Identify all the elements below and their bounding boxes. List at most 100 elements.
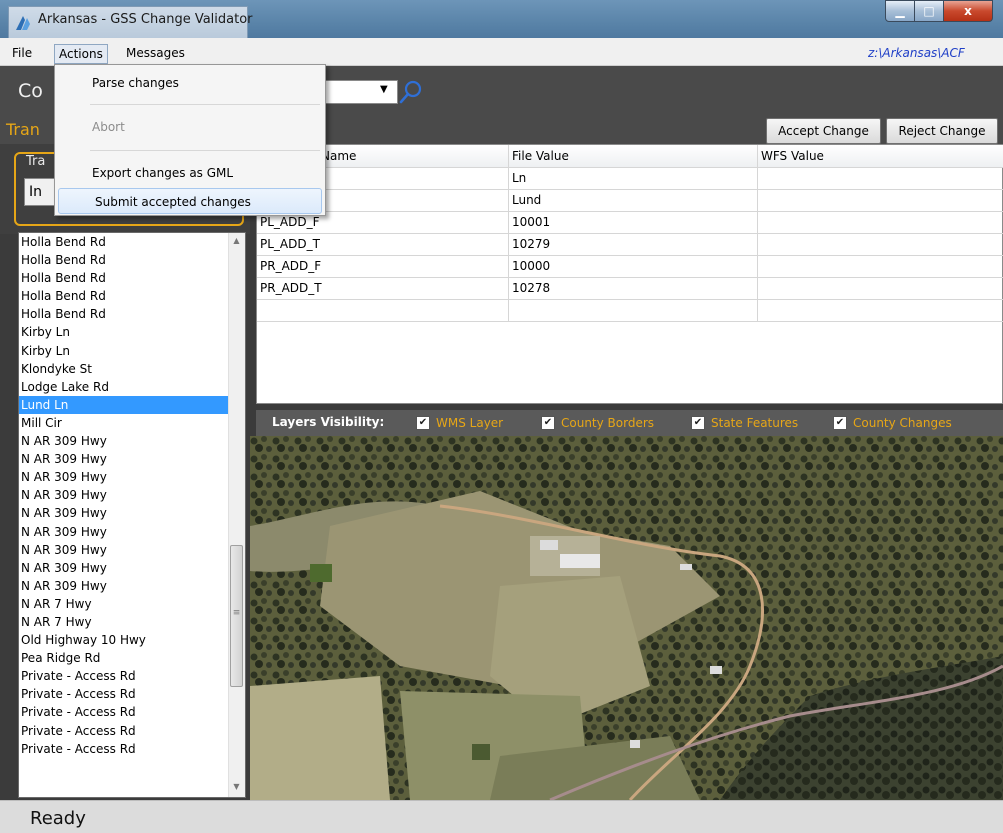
grid-row[interactable]: PR_ADD_T 10278 — [257, 277, 1003, 300]
map-view[interactable] — [250, 436, 1003, 800]
layer-toggle-state-features[interactable]: ✔ State Features — [691, 414, 798, 432]
minimize-button[interactable]: ▁ — [885, 0, 915, 22]
search-button[interactable] — [398, 78, 426, 106]
transaction-input[interactable]: In — [24, 178, 58, 206]
checkbox-icon[interactable]: ✔ — [833, 416, 847, 430]
layer-label: WMS Layer — [436, 416, 504, 430]
attribute-grid[interactable]: NameFile ValueWFS ValueLnnLundPL_ADD_F10… — [256, 144, 1003, 404]
aerial-imagery — [250, 436, 1003, 800]
layer-label: State Features — [711, 416, 799, 430]
grid-cell[interactable] — [509, 299, 758, 321]
data-path-link[interactable]: z:\Arkansas\ACF — [868, 46, 965, 60]
street-list-item[interactable]: N AR 309 Hwy — [19, 504, 245, 522]
street-list-item[interactable]: Mill Cir — [19, 414, 245, 432]
layer-toggle-wms[interactable]: ✔ WMS Layer — [416, 414, 503, 432]
close-button[interactable]: x — [943, 0, 993, 22]
grid-header-row: Name File Value WFS Value — [257, 145, 1003, 168]
street-list-item[interactable]: Kirby Ln — [19, 342, 245, 360]
street-list-item[interactable]: N AR 309 Hwy — [19, 432, 245, 450]
street-list-item[interactable]: Private - Access Rd — [19, 685, 245, 703]
grid-cell[interactable]: 10000 — [509, 255, 758, 277]
street-list-item[interactable]: N AR 309 Hwy — [19, 523, 245, 541]
street-list[interactable]: Holla Bend Rd Holla Bend Rd Holla Bend Rd H… — [18, 232, 246, 798]
grid-cell[interactable]: PR_ADD_F — [257, 255, 509, 277]
grid-cell[interactable] — [758, 255, 1003, 277]
chevron-down-icon[interactable]: ▼ — [380, 84, 388, 95]
street-list-item[interactable]: Private - Access Rd — [19, 703, 245, 721]
street-list-item[interactable]: N AR 309 Hwy — [19, 559, 245, 577]
layer-toggle-county-changes[interactable]: ✔ County Changes — [833, 414, 952, 432]
grid-row[interactable] — [257, 299, 1003, 322]
street-list-item[interactable]: Klondyke St — [19, 360, 245, 378]
reject-change-button[interactable]: Reject Change — [886, 118, 998, 144]
street-list-item[interactable]: Private - Access Rd — [19, 667, 245, 685]
street-list-item[interactable]: Holla Bend Rd — [19, 269, 245, 287]
street-list-item[interactable]: Holla Bend Rd — [19, 233, 245, 251]
grid-cell[interactable]: Lund — [509, 189, 758, 211]
menu-separator — [90, 104, 320, 105]
scroll-down-icon[interactable]: ▼ — [228, 782, 245, 791]
menu-file[interactable]: File — [8, 44, 36, 64]
street-list-item[interactable]: Kirby Ln — [19, 323, 245, 341]
menu-actions[interactable]: Actions — [54, 44, 108, 64]
layer-label: County Changes — [853, 416, 952, 430]
menu-item-parse-changes[interactable]: Parse changes — [56, 70, 322, 96]
grid-cell[interactable]: 10001 — [509, 211, 758, 233]
street-list-item[interactable]: Pea Ridge Rd — [19, 649, 245, 667]
grid-cell[interactable] — [758, 233, 1003, 255]
street-list-item[interactable]: Private - Access Rd — [19, 740, 245, 758]
grid-cell[interactable] — [758, 299, 1003, 321]
checkbox-icon[interactable]: ✔ — [541, 416, 555, 430]
grid-cell[interactable]: 10279 — [509, 233, 758, 255]
grid-column-header[interactable]: WFS Value — [758, 145, 1003, 167]
menu-item-submit-accepted[interactable]: Submit accepted changes — [58, 188, 322, 214]
window-title: Arkansas - GSS Change Validator — [38, 12, 253, 27]
street-list-item[interactable]: Lodge Lake Rd — [19, 378, 245, 396]
street-list-item[interactable]: N AR 7 Hwy — [19, 595, 245, 613]
grid-cell[interactable] — [758, 211, 1003, 233]
search-icon — [399, 80, 422, 104]
grid-row[interactable]: PL_ADD_F 10001 — [257, 211, 1003, 234]
menu-item-abort: Abort — [92, 120, 125, 134]
accept-change-button[interactable]: Accept Change — [766, 118, 881, 144]
street-list-item[interactable]: N AR 309 Hwy — [19, 486, 245, 504]
street-list-item[interactable]: Holla Bend Rd — [19, 287, 245, 305]
grid-cell[interactable]: Ln — [509, 167, 758, 189]
grid-row[interactable]: PR_ADD_F 10000 — [257, 255, 1003, 278]
street-list-item[interactable]: N AR 309 Hwy — [19, 541, 245, 559]
street-list-item[interactable]: Holla Bend Rd — [19, 251, 245, 269]
layers-visibility-label: Layers Visibility: — [272, 415, 385, 429]
menu-messages[interactable]: Messages — [122, 44, 189, 64]
scroll-up-icon[interactable]: ▲ — [228, 236, 245, 245]
street-list-item[interactable]: Old Highway 10 Hwy — [19, 631, 245, 649]
grid-cell[interactable] — [758, 167, 1003, 189]
checkbox-icon[interactable]: ✔ — [691, 416, 705, 430]
grid-cell[interactable]: PL_ADD_T — [257, 233, 509, 255]
grid-cell[interactable]: 10278 — [509, 277, 758, 299]
street-list-item[interactable]: N AR 309 Hwy — [19, 468, 245, 486]
minimize-icon: ▁ — [895, 4, 905, 18]
grid-cell[interactable] — [758, 277, 1003, 299]
street-list-item[interactable]: N AR 309 Hwy — [19, 577, 245, 595]
menu-item-export-gml[interactable]: Export changes as GML — [56, 160, 322, 186]
checkbox-icon[interactable]: ✔ — [416, 416, 430, 430]
street-list-item[interactable]: Holla Bend Rd — [19, 305, 245, 323]
street-list-item[interactable]: N AR 7 Hwy — [19, 613, 245, 631]
grid-cell[interactable] — [257, 299, 509, 321]
status-text: Ready — [30, 808, 86, 829]
maximize-button[interactable]: □ — [914, 0, 944, 22]
grid-row[interactable]: Ln — [257, 167, 1003, 190]
grid-row[interactable]: PL_ADD_T 10279 — [257, 233, 1003, 256]
street-list-item[interactable]: N AR 309 Hwy — [19, 450, 245, 468]
grid-column-header[interactable]: File Value — [509, 145, 758, 167]
layer-toggle-county-borders[interactable]: ✔ County Borders — [541, 414, 654, 432]
status-bar — [0, 800, 1003, 833]
grid-row[interactable]: nLund — [257, 189, 1003, 212]
grid-cell[interactable] — [758, 189, 1003, 211]
street-list-item[interactable]: Lund Ln — [19, 395, 245, 414]
county-label: Co — [18, 80, 43, 102]
list-scrollbar[interactable] — [228, 233, 245, 797]
grid-cell[interactable]: PR_ADD_T — [257, 277, 509, 299]
street-list-item[interactable]: Private - Access Rd — [19, 722, 245, 740]
app-icon — [14, 14, 32, 32]
